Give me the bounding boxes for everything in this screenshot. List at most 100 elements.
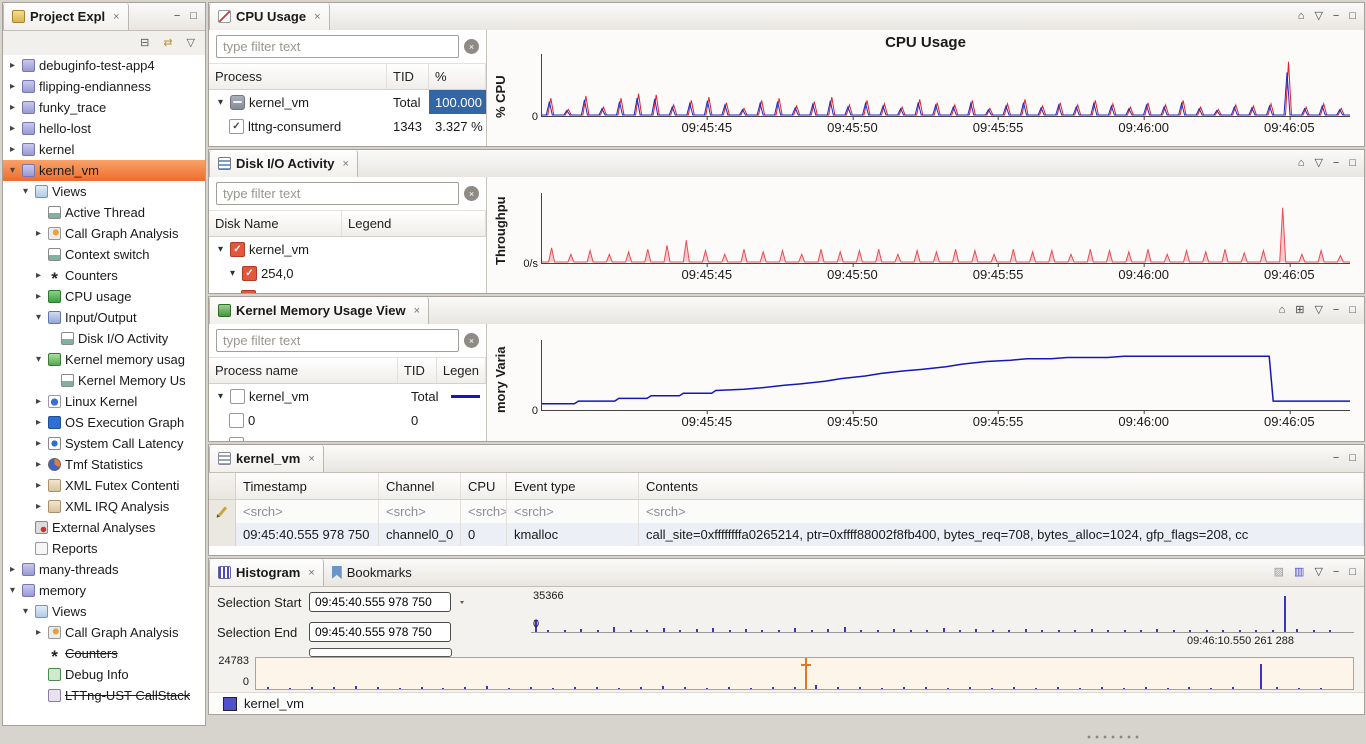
column-header-cpu[interactable]: CPU bbox=[461, 473, 507, 499]
search-event-type[interactable]: <srch> bbox=[507, 500, 639, 523]
search-timestamp[interactable]: <srch> bbox=[236, 500, 379, 523]
view-menu-icon[interactable]: ▽ bbox=[1314, 305, 1322, 316]
tree-item[interactable]: External Analyses bbox=[3, 517, 205, 538]
view-menu-icon[interactable]: ▽ bbox=[1314, 11, 1322, 22]
filter-input[interactable] bbox=[216, 35, 459, 58]
filter-input[interactable] bbox=[216, 182, 459, 205]
close-icon[interactable]: × bbox=[113, 11, 119, 23]
search-channel[interactable]: <srch> bbox=[379, 500, 461, 523]
close-icon[interactable]: × bbox=[308, 567, 314, 579]
collapse-arrow-icon[interactable]: ▾ bbox=[215, 391, 226, 402]
tab-disk-io[interactable]: Disk I/O Activity × bbox=[209, 150, 358, 177]
expand-arrow-icon[interactable]: ▸ bbox=[7, 81, 18, 92]
collapse-arrow-icon[interactable]: ▾ bbox=[7, 165, 18, 176]
tree-item[interactable]: ▸Tmf Statistics bbox=[3, 454, 205, 475]
minimize-icon[interactable]: − bbox=[1333, 11, 1339, 22]
events-table-row[interactable]: 09:45:40.555 978 750 channel0_0 0 kmallo… bbox=[209, 523, 1364, 546]
minimize-icon[interactable]: − bbox=[174, 11, 180, 22]
row-checkbox[interactable] bbox=[241, 290, 256, 294]
tree-item[interactable]: LTTng-UST CallStack bbox=[3, 685, 205, 706]
tree-item[interactable]: Counters bbox=[3, 643, 205, 664]
table-row[interactable]: lttng-consumerd 1343 3.327 % bbox=[209, 114, 486, 138]
home-icon[interactable]: ⌂ bbox=[1279, 305, 1286, 316]
search-contents[interactable]: <srch> bbox=[639, 500, 1364, 523]
cpu-usage-plot[interactable]: 0 bbox=[541, 54, 1350, 117]
expand-arrow-icon[interactable]: ▸ bbox=[33, 438, 44, 449]
tree-item[interactable]: ▸OS Execution Graph bbox=[3, 412, 205, 433]
percent-value[interactable]: 100.000 bbox=[429, 90, 486, 114]
expand-arrow-icon[interactable]: ▸ bbox=[33, 228, 44, 239]
pin-view-icon[interactable]: ⊞ bbox=[1295, 305, 1304, 316]
tree-item[interactable]: Active Thread bbox=[3, 202, 205, 223]
minimize-icon[interactable]: − bbox=[1333, 567, 1339, 578]
expand-arrow-icon[interactable]: ▸ bbox=[7, 102, 18, 113]
close-icon[interactable]: × bbox=[308, 453, 314, 465]
tree-item[interactable]: ▸XML Futex Contenti bbox=[3, 475, 205, 496]
tree-item[interactable]: ▸Counters bbox=[3, 265, 205, 286]
expand-arrow-icon[interactable]: ▸ bbox=[33, 291, 44, 302]
table-row[interactable]: ▾ kernel_vm Total 100.000 bbox=[209, 90, 486, 114]
column-header-timestamp[interactable]: Timestamp bbox=[236, 473, 379, 499]
close-icon[interactable]: × bbox=[343, 158, 349, 170]
home-icon[interactable]: ⌂ bbox=[1298, 158, 1305, 169]
column-header-percent[interactable]: % bbox=[429, 64, 486, 89]
expand-arrow-icon[interactable]: ▸ bbox=[7, 60, 18, 71]
selection-marker[interactable] bbox=[805, 658, 807, 689]
maximize-icon[interactable]: □ bbox=[1349, 567, 1356, 578]
view-menu-icon[interactable]: ▽ bbox=[187, 38, 195, 49]
minimize-icon[interactable]: − bbox=[1333, 453, 1339, 464]
selection-end-input[interactable] bbox=[309, 622, 451, 642]
collapse-all-icon[interactable]: ⊟ bbox=[140, 38, 149, 49]
disk-io-plot[interactable]: 0/s bbox=[541, 193, 1350, 264]
row-checkbox[interactable] bbox=[230, 389, 245, 404]
column-header-legend[interactable]: Legen bbox=[437, 358, 486, 383]
tree-item[interactable]: ▾Views bbox=[3, 601, 205, 622]
collapse-arrow-icon[interactable]: ▾ bbox=[33, 354, 44, 365]
column-header-disk-name[interactable]: Disk Name bbox=[209, 211, 342, 236]
collapse-arrow-icon[interactable]: ▾ bbox=[215, 97, 226, 108]
row-checkbox[interactable] bbox=[242, 266, 257, 281]
close-icon[interactable]: × bbox=[314, 11, 320, 23]
row-checkbox[interactable] bbox=[229, 413, 244, 428]
tree-item[interactable]: ▾Input/Output bbox=[3, 307, 205, 328]
expand-arrow-icon[interactable]: ▸ bbox=[33, 396, 44, 407]
selection-start-input[interactable] bbox=[309, 592, 451, 612]
clear-filter-icon[interactable]: × bbox=[464, 333, 479, 348]
resize-grip[interactable] bbox=[1085, 734, 1141, 740]
view-menu-icon[interactable]: ▽ bbox=[1314, 158, 1322, 169]
collapse-arrow-icon[interactable]: ▾ bbox=[227, 268, 238, 279]
view-menu-icon[interactable]: ▽ bbox=[1314, 567, 1322, 578]
collapse-arrow-icon[interactable]: ▾ bbox=[215, 244, 226, 255]
row-checkbox[interactable] bbox=[230, 242, 245, 257]
column-header-legend[interactable]: Legend bbox=[342, 211, 486, 236]
column-header-tid[interactable]: TID bbox=[387, 64, 429, 89]
column-header-channel[interactable]: Channel bbox=[379, 473, 461, 499]
expand-arrow-icon[interactable]: ▸ bbox=[33, 459, 44, 470]
expand-arrow-icon[interactable]: ▸ bbox=[7, 144, 18, 155]
table-row[interactable]: ▾ 254,0 bbox=[209, 261, 486, 285]
expand-arrow-icon[interactable]: ▸ bbox=[7, 564, 18, 575]
tree-item[interactable]: ▸Linux Kernel bbox=[3, 391, 205, 412]
expand-arrow-icon[interactable]: ▸ bbox=[33, 627, 44, 638]
minimize-icon[interactable]: − bbox=[1333, 305, 1339, 316]
tree-item[interactable]: ▾memory bbox=[3, 580, 205, 601]
tree-item[interactable]: Debug Info bbox=[3, 664, 205, 685]
row-checkbox[interactable] bbox=[229, 119, 244, 134]
tree-item[interactable]: ▾Kernel memory usag bbox=[3, 349, 205, 370]
column-header-contents[interactable]: Contents bbox=[639, 473, 1364, 499]
column-header-process-name[interactable]: Process name bbox=[209, 358, 398, 383]
tree-item[interactable]: ▸kernel bbox=[3, 139, 205, 160]
maximize-icon[interactable]: □ bbox=[1349, 453, 1356, 464]
tab-bookmarks[interactable]: Bookmarks bbox=[324, 559, 420, 586]
clear-filter-icon[interactable]: × bbox=[464, 39, 479, 54]
tree-item[interactable]: ▸debuginfo-test-app4 bbox=[3, 55, 205, 76]
minimize-icon[interactable]: − bbox=[1333, 158, 1339, 169]
memory-usage-plot[interactable]: 0 bbox=[541, 340, 1350, 411]
tab-cpu-usage[interactable]: CPU Usage × bbox=[209, 3, 330, 30]
collapse-arrow-icon[interactable]: ▾ bbox=[20, 606, 31, 617]
expand-arrow-icon[interactable]: ▸ bbox=[33, 270, 44, 281]
tree-item[interactable]: ▸System Call Latency bbox=[3, 433, 205, 454]
column-header-process[interactable]: Process bbox=[209, 64, 387, 89]
histogram-time-range-plot[interactable] bbox=[531, 592, 1354, 633]
tree-item[interactable]: Kernel Memory Us bbox=[3, 370, 205, 391]
